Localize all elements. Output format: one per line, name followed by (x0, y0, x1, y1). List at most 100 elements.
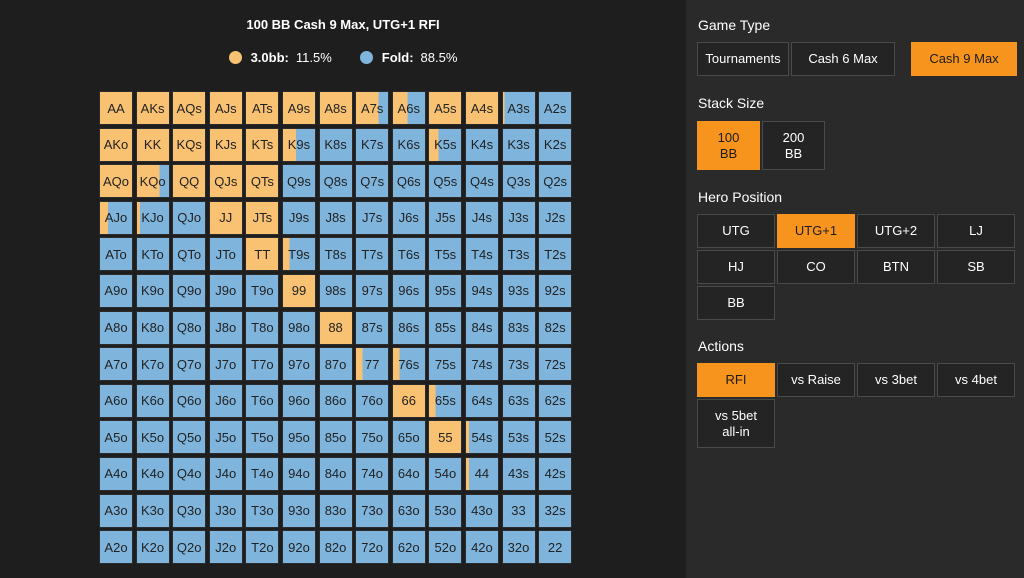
hand-cell-K5o: K5o (136, 420, 170, 454)
hand-label: AJo (100, 202, 132, 234)
hand-label: 86s (393, 312, 425, 344)
hand-label: J2o (210, 531, 242, 563)
hand-label: 63o (393, 495, 425, 527)
hand-label: 54s (466, 421, 498, 453)
hand-cell-92o: 92o (282, 530, 316, 564)
position-hj-button[interactable]: HJ (697, 250, 775, 284)
hero-position-heading: Hero Position (698, 189, 782, 205)
position-btn-button[interactable]: BTN (857, 250, 935, 284)
hand-label: T2o (246, 531, 278, 563)
hand-cell-72s: 72s (538, 347, 572, 381)
hand-label: Q7s (356, 165, 388, 197)
hand-cell-75o: 75o (355, 420, 389, 454)
hand-cell-T3s: T3s (502, 237, 536, 271)
hand-cell-T8o: T8o (245, 311, 279, 345)
position-co-button[interactable]: CO (777, 250, 855, 284)
hand-cell-K3o: K3o (136, 494, 170, 528)
hand-cell-95s: 95s (428, 274, 462, 308)
hand-label: 65s (429, 385, 461, 417)
chart-title: 100 BB Cash 9 Max, UTG+1 RFI (0, 17, 686, 32)
game-type-tournaments-button[interactable]: Tournaments (697, 42, 789, 76)
hand-cell-84s: 84s (465, 311, 499, 345)
position-utg-button[interactable]: UTG (697, 214, 775, 248)
position-utg2-button[interactable]: UTG+2 (857, 214, 935, 248)
legend-item-fold: Fold: 88.5% (360, 50, 458, 65)
game-type-cash6-button[interactable]: Cash 6 Max (791, 42, 895, 76)
action-vs-5bet-allin-button[interactable]: vs 5bet all-in (697, 399, 775, 448)
hand-label: K5o (137, 421, 169, 453)
hand-label: QTs (246, 165, 278, 197)
hand-label: Q8o (173, 312, 205, 344)
position-utg1-button[interactable]: UTG+1 (777, 214, 855, 248)
hand-cell-QTo: QTo (172, 237, 206, 271)
hand-cell-Q8s: Q8s (319, 164, 353, 198)
hand-label: 75s (429, 348, 461, 380)
game-type-heading: Game Type (698, 17, 770, 33)
hand-label: T6o (246, 385, 278, 417)
hand-label: 55 (429, 421, 461, 453)
hand-label: 32o (503, 531, 535, 563)
hand-cell-K3s: K3s (502, 128, 536, 162)
hand-cell-KTo: KTo (136, 237, 170, 271)
position-bb-button[interactable]: BB (697, 286, 775, 320)
hand-cell-A5o: A5o (99, 420, 133, 454)
hand-label: Q8s (320, 165, 352, 197)
hand-cell-A8o: A8o (99, 311, 133, 345)
hand-cell-KJo: KJo (136, 201, 170, 235)
hand-label: Q6s (393, 165, 425, 197)
hand-label: 74o (356, 458, 388, 490)
game-type-cash9-button[interactable]: Cash 9 Max (911, 42, 1017, 76)
action-vs-4bet-button[interactable]: vs 4bet (937, 363, 1015, 397)
hand-cell-62s: 62s (538, 384, 572, 418)
hand-label: Q4o (173, 458, 205, 490)
hand-cell-62o: 62o (392, 530, 426, 564)
action-vs-raise-button[interactable]: vs Raise (777, 363, 855, 397)
hand-cell-T4s: T4s (465, 237, 499, 271)
hand-label: 44 (466, 458, 498, 490)
hand-label: T4s (466, 238, 498, 270)
hand-label: J6s (393, 202, 425, 234)
hand-cell-J6s: J6s (392, 201, 426, 235)
hand-label: 84o (320, 458, 352, 490)
hand-cell-64o: 64o (392, 457, 426, 491)
hand-cell-K9o: K9o (136, 274, 170, 308)
hand-cell-T3o: T3o (245, 494, 279, 528)
hand-cell-A6s: A6s (392, 91, 426, 125)
stack-100bb-button[interactable]: 100 BB (697, 121, 760, 170)
action-vs-3bet-button[interactable]: vs 3bet (857, 363, 935, 397)
action-rfi-button[interactable]: RFI (697, 363, 775, 397)
hand-cell-T2o: T2o (245, 530, 279, 564)
position-lj-button[interactable]: LJ (937, 214, 1015, 248)
legend-raise-value: 11.5% (296, 50, 332, 65)
hand-cell-K8s: K8s (319, 128, 353, 162)
hand-label: 75o (356, 421, 388, 453)
hand-cell-94s: 94s (465, 274, 499, 308)
hand-label: T5o (246, 421, 278, 453)
stack-200bb-button[interactable]: 200 BB (762, 121, 825, 170)
hand-label: J5s (429, 202, 461, 234)
hand-label: 92o (283, 531, 315, 563)
hand-label: 76o (356, 385, 388, 417)
hand-label: 83o (320, 495, 352, 527)
raise-color-dot-icon (229, 51, 242, 64)
hand-cell-J3o: J3o (209, 494, 243, 528)
hand-label: 52o (429, 531, 461, 563)
hand-cell-65o: 65o (392, 420, 426, 454)
hand-label: 42s (539, 458, 571, 490)
hand-label: Q2s (539, 165, 571, 197)
hand-label: A3s (503, 92, 535, 124)
hand-cell-J5o: J5o (209, 420, 243, 454)
hand-cell-K4s: K4s (465, 128, 499, 162)
hand-cell-54s: 54s (465, 420, 499, 454)
hand-cell-A2s: A2s (538, 91, 572, 125)
hand-cell-A4s: A4s (465, 91, 499, 125)
position-sb-button[interactable]: SB (937, 250, 1015, 284)
hand-cell-88: 88 (319, 311, 353, 345)
hand-label: K3o (137, 495, 169, 527)
hand-label: A2s (539, 92, 571, 124)
hand-label: AKs (137, 92, 169, 124)
hand-label: K9o (137, 275, 169, 307)
hand-cell-AKo: AKo (99, 128, 133, 162)
hand-label: 53o (429, 495, 461, 527)
hand-cell-TT: TT (245, 237, 279, 271)
